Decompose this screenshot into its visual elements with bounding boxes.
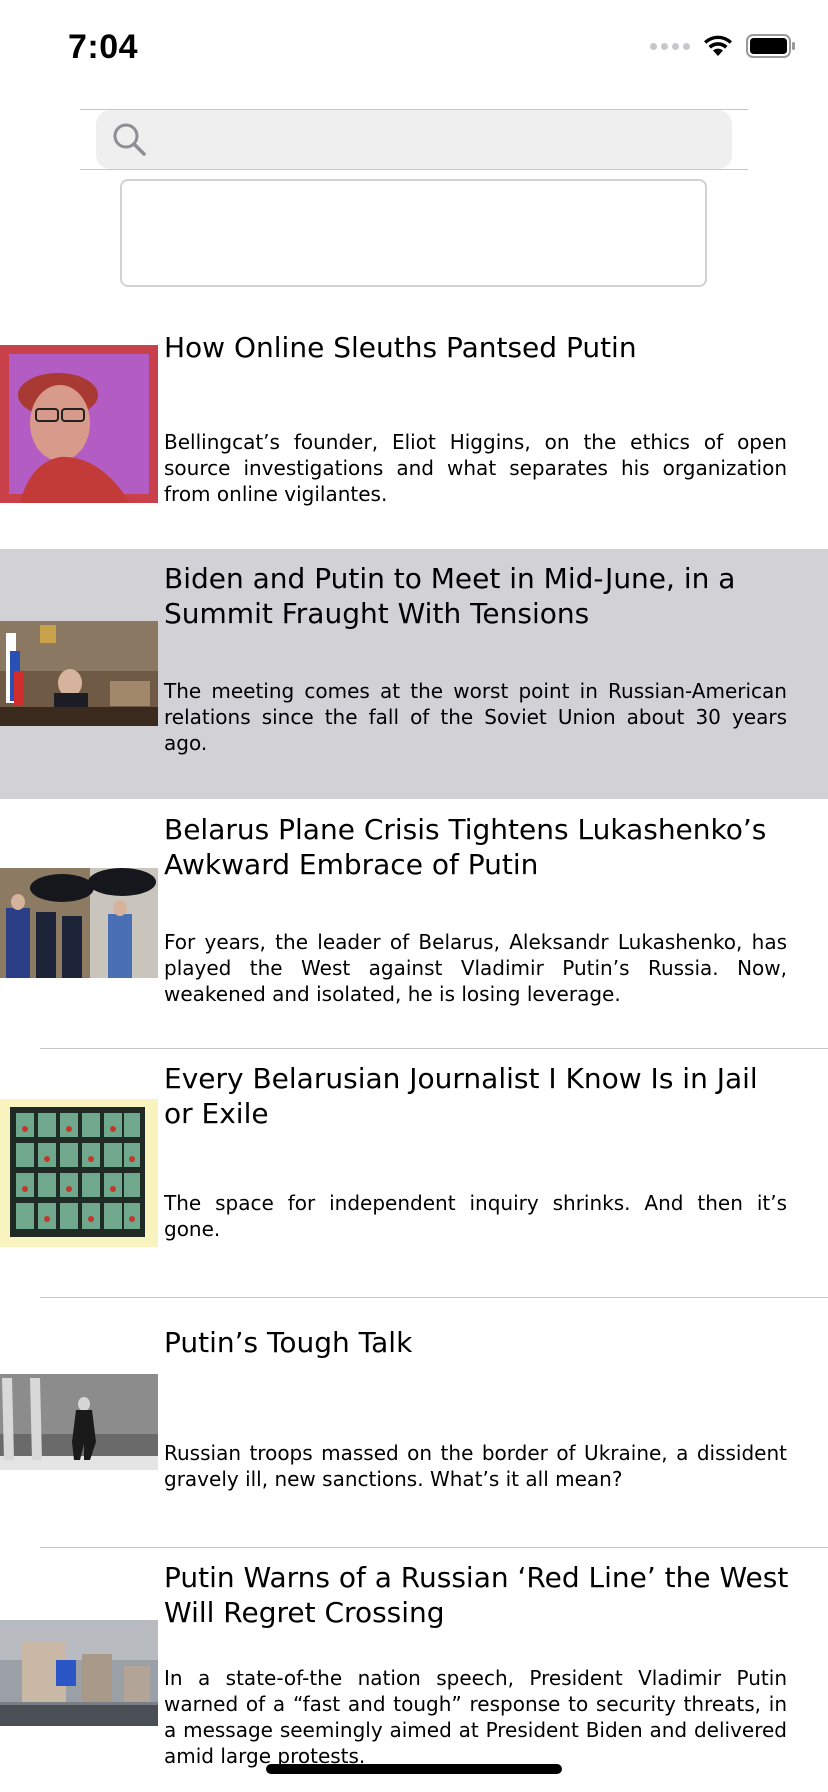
- article-title: Every Belarusian Journalist I Know Is in…: [164, 1062, 758, 1130]
- text-input-box[interactable]: [120, 179, 707, 287]
- article-summary: For years, the leader of Belarus, Aleksa…: [164, 930, 787, 1006]
- article-title: Putin’s Tough Talk: [164, 1326, 413, 1359]
- battery-icon: [746, 34, 795, 58]
- article-thumbnail: [0, 621, 158, 726]
- article-row[interactable]: Belarus Plane Crisis Tightens Lukashenko…: [0, 800, 828, 1048]
- article-row[interactable]: Every Belarusian Journalist I Know Is in…: [0, 1049, 828, 1297]
- article-summary: Bellingcat’s founder, Eliot Higgins, on …: [164, 430, 787, 506]
- article-thumbnail: [0, 345, 158, 503]
- article-thumbnail: [0, 1374, 158, 1470]
- article-title: How Online Sleuths Pantsed Putin: [164, 331, 637, 364]
- search-bar[interactable]: [96, 110, 732, 171]
- article-summary: The space for independent inquiry shrink…: [164, 1191, 787, 1241]
- article-row[interactable]: Putin’s Tough Talk Russian troops massed…: [0, 1298, 828, 1547]
- article-row[interactable]: Putin Warns of a Russian ‘Red Line’ the …: [0, 1548, 828, 1780]
- article-summary: Russian troops massed on the border of U…: [164, 1441, 787, 1491]
- article-thumbnail: [0, 1620, 158, 1726]
- article-title: Biden and Putin to Meet in Mid-June, in …: [164, 562, 736, 630]
- status-time: 7:04: [68, 28, 139, 66]
- article-title: Belarus Plane Crisis Tightens Lukashenko…: [164, 813, 767, 881]
- search-divider-bottom: [80, 169, 748, 170]
- article-summary: The meeting comes at the worst point in …: [164, 679, 787, 755]
- search-input[interactable]: [156, 110, 720, 171]
- article-title: Putin Warns of a Russian ‘Red Line’ the …: [164, 1561, 789, 1629]
- search-icon: [113, 123, 146, 156]
- status-bar: 7:04: [0, 0, 828, 100]
- article-summary: In a state-of-the nation speech, Preside…: [164, 1666, 787, 1768]
- article-row[interactable]: How Online Sleuths Pantsed Putin Belling…: [0, 300, 828, 545]
- status-icons: [650, 34, 796, 58]
- home-indicator[interactable]: [266, 1764, 562, 1774]
- cellular-signal-icon: [650, 42, 690, 50]
- article-thumbnail: [0, 1099, 158, 1247]
- article-row[interactable]: Biden and Putin to Meet in Mid-June, in …: [0, 549, 828, 799]
- wifi-icon: [704, 35, 732, 56]
- article-thumbnail: [0, 868, 158, 978]
